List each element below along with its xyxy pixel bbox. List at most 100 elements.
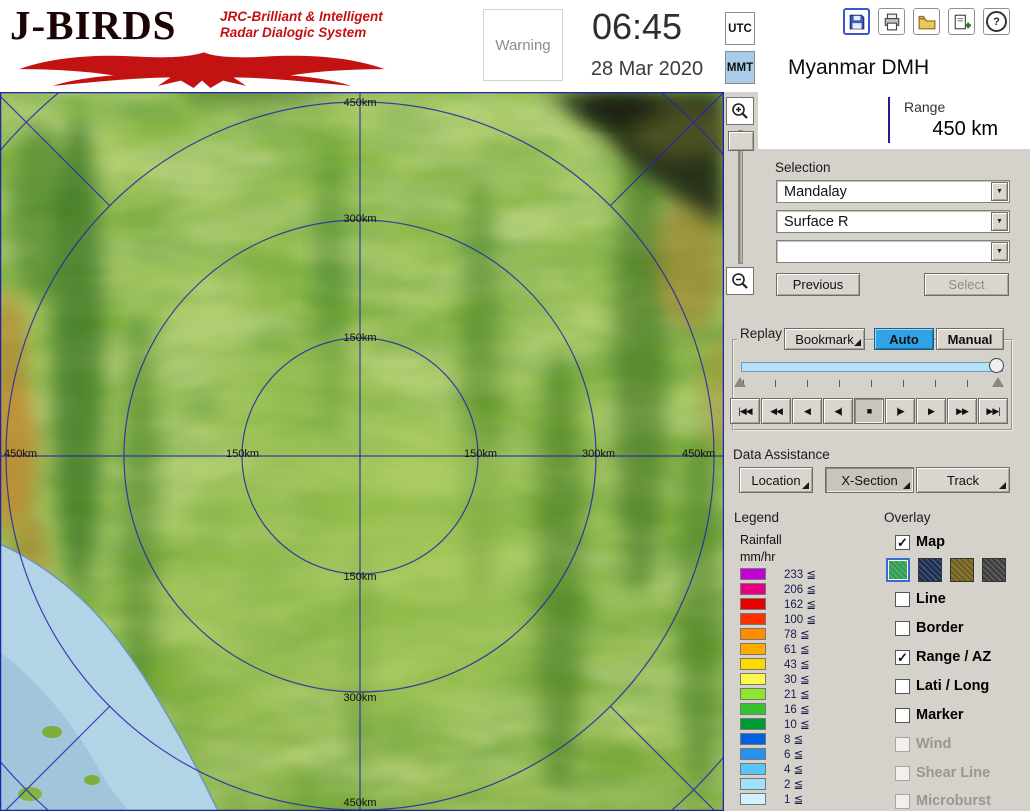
range-ring-label: 450km bbox=[343, 97, 377, 109]
overlay-item-lati-long[interactable]: Lati / Long bbox=[895, 678, 1025, 696]
legend-label: Legend bbox=[734, 510, 780, 525]
previous-button[interactable]: Previous bbox=[776, 273, 860, 296]
step-backward-button[interactable]: ◀| bbox=[823, 398, 853, 424]
skip-to-start-button[interactable]: |◀◀ bbox=[730, 398, 760, 424]
legend-row: 21 ≦ bbox=[740, 687, 880, 702]
overlay-item-marker[interactable]: Marker bbox=[895, 707, 1025, 725]
legend-row: 162 ≦ bbox=[740, 597, 880, 612]
document-plus-button[interactable] bbox=[948, 8, 975, 35]
app-logo: J-BIRDS JRC-Brilliant & Intelligent Rada… bbox=[10, 2, 410, 90]
legend-row: 61 ≦ bbox=[740, 642, 880, 657]
selection-label: Selection bbox=[775, 160, 831, 175]
manual-mode-button[interactable]: Manual bbox=[936, 328, 1004, 350]
legend-color-swatch bbox=[740, 763, 766, 775]
lati-long-checkbox bbox=[895, 679, 910, 694]
timeline-start-marker[interactable] bbox=[734, 377, 746, 387]
map-style-swatch-green[interactable] bbox=[886, 558, 910, 582]
print-icon bbox=[884, 13, 899, 30]
overlay-item-range-az[interactable]: ✓ Range / AZ bbox=[895, 649, 1025, 667]
replay-label: Replay bbox=[737, 326, 786, 341]
map-style-swatch-gray[interactable] bbox=[982, 558, 1006, 582]
app-title: J-BIRDS bbox=[10, 2, 177, 48]
legend-color-swatch bbox=[740, 703, 766, 715]
region-dropdown-value: Mandalay bbox=[784, 184, 847, 200]
fast-rewind-button[interactable]: ◀◀ bbox=[761, 398, 791, 424]
legend-color-swatch bbox=[740, 748, 766, 760]
mmt-button[interactable]: MMT bbox=[725, 51, 755, 84]
bookmark-button[interactable]: Bookmark bbox=[784, 328, 865, 350]
legend-row: 2 ≦ bbox=[740, 777, 880, 792]
overlay-item-line[interactable]: Line bbox=[895, 591, 1025, 609]
product-dropdown-arrow[interactable]: ▼ bbox=[991, 212, 1008, 231]
region-dropdown-arrow[interactable]: ▼ bbox=[991, 182, 1008, 201]
select-button[interactable]: Select bbox=[924, 273, 1009, 296]
print-button[interactable] bbox=[878, 8, 905, 35]
track-button[interactable]: Track bbox=[916, 467, 1010, 493]
legend-row: 233 ≦ bbox=[740, 567, 880, 582]
document-plus-icon bbox=[954, 14, 971, 29]
legend-row: 1 ≦ bbox=[740, 792, 880, 807]
legend-color-swatch bbox=[740, 688, 766, 700]
stop-button[interactable]: ■ bbox=[854, 398, 884, 424]
legend-color-swatch bbox=[740, 793, 766, 805]
range-ring-label: 150km bbox=[343, 332, 377, 344]
extra-dropdown[interactable]: ▼ bbox=[776, 240, 1010, 263]
eagle-logo-icon bbox=[19, 52, 385, 88]
legend-color-swatch bbox=[740, 583, 766, 595]
legend-color-swatch bbox=[740, 568, 766, 580]
auto-mode-button[interactable]: Auto bbox=[874, 328, 934, 350]
zoom-in-icon bbox=[732, 103, 748, 119]
play-forward-button[interactable]: ▶ bbox=[916, 398, 946, 424]
legend-color-swatch bbox=[740, 718, 766, 730]
step-forward-button[interactable]: |▶ bbox=[885, 398, 915, 424]
station-title: Myanmar DMH bbox=[788, 56, 930, 79]
overlay-item-shear-line: Shear Line bbox=[895, 765, 1025, 783]
overlay-item-map[interactable]: ✓ Map bbox=[895, 534, 1025, 552]
help-icon: ? bbox=[986, 11, 1007, 32]
overlay-item-border[interactable]: Border bbox=[895, 620, 1025, 638]
zoom-slider-thumb[interactable] bbox=[728, 131, 754, 151]
save-button[interactable] bbox=[843, 8, 870, 35]
legend-row: 10 ≦ bbox=[740, 717, 880, 732]
product-dropdown[interactable]: Surface R ▼ bbox=[776, 210, 1010, 233]
legend-unit-line1: Rainfall bbox=[740, 533, 782, 547]
replay-timeline-thumb[interactable] bbox=[989, 358, 1004, 373]
extra-dropdown-arrow[interactable]: ▼ bbox=[991, 242, 1008, 261]
utc-button[interactable]: UTC bbox=[725, 12, 755, 45]
legend-color-swatch bbox=[740, 628, 766, 640]
range-divider bbox=[888, 97, 890, 143]
region-dropdown[interactable]: Mandalay ▼ bbox=[776, 180, 1010, 203]
legend-color-swatch bbox=[740, 643, 766, 655]
shear-line-checkbox bbox=[895, 766, 910, 781]
skip-to-end-button[interactable]: ▶▶| bbox=[978, 398, 1008, 424]
help-button[interactable]: ? bbox=[983, 8, 1010, 35]
map-style-swatch-olive[interactable] bbox=[950, 558, 974, 582]
clock-date: 28 Mar 2020 bbox=[590, 58, 704, 80]
timeline-end-marker[interactable] bbox=[992, 377, 1004, 387]
play-backward-button[interactable]: ◀ bbox=[792, 398, 822, 424]
legend-unit-line2: mm/hr bbox=[740, 550, 776, 564]
clock-time: 06:45 bbox=[591, 6, 683, 47]
legend-color-swatch bbox=[740, 733, 766, 745]
map-style-swatch-navy[interactable] bbox=[918, 558, 942, 582]
zoom-in-button[interactable] bbox=[726, 97, 754, 125]
x-section-button[interactable]: X-Section bbox=[825, 467, 914, 493]
chevron-down-icon: ▼ bbox=[996, 218, 1003, 225]
warning-label: Warning bbox=[495, 36, 551, 54]
range-ring-label: 450km bbox=[682, 448, 716, 460]
range-ring-label: 300km bbox=[343, 692, 377, 704]
replay-timeline[interactable] bbox=[741, 362, 1003, 372]
fast-forward-button[interactable]: ▶▶ bbox=[947, 398, 977, 424]
map-checkbox: ✓ bbox=[895, 535, 910, 550]
radar-map[interactable]: 450km 300km 150km 150km 300km 450km 450k… bbox=[0, 92, 724, 811]
legend-row: 78 ≦ bbox=[740, 627, 880, 642]
timeline-ruler bbox=[743, 380, 1001, 387]
control-panel: Range 450 km Selection Mandalay ▼ Surfac… bbox=[724, 92, 1030, 811]
legend-row: 8 ≦ bbox=[740, 732, 880, 747]
open-folder-button[interactable] bbox=[913, 8, 940, 35]
header: J-BIRDS JRC-Brilliant & Intelligent Rada… bbox=[0, 0, 1030, 92]
location-button[interactable]: Location bbox=[739, 467, 813, 493]
line-checkbox bbox=[895, 592, 910, 607]
legend-row: 43 ≦ bbox=[740, 657, 880, 672]
zoom-out-button[interactable] bbox=[726, 267, 754, 295]
